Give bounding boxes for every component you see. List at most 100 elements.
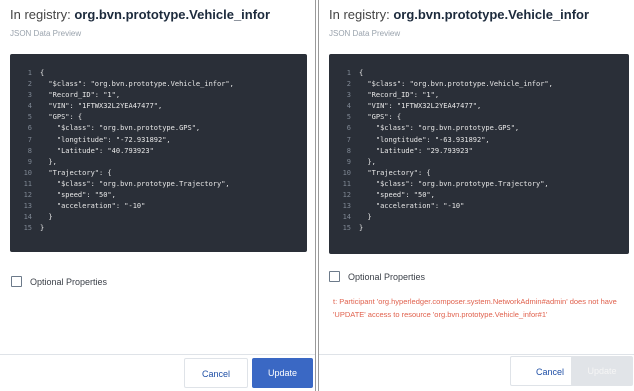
line-number: 7 [27, 135, 32, 144]
code-line: 13 "acceleration": "-10" [10, 201, 307, 212]
line-number: 8 [346, 146, 351, 155]
title-prefix: In registry: [329, 7, 390, 22]
line-number: 9 [346, 157, 351, 166]
line-number: 4 [27, 102, 32, 111]
code-line: 15} [329, 223, 629, 234]
line-text: } [40, 213, 53, 222]
line-number: 1 [27, 69, 32, 77]
code-line: 2 "$class": "org.bvn.prototype.Vehicle_i… [10, 79, 307, 90]
json-preview-label: JSON Data Preview [329, 29, 401, 38]
line-number: 10 [23, 168, 32, 177]
code-line: 9 }, [10, 157, 307, 168]
optional-properties-checkbox[interactable] [11, 276, 22, 287]
line-number: 9 [27, 157, 32, 166]
line-text: "$class": "org.bvn.prototype.GPS", [359, 124, 520, 133]
title-prefix: In registry: [10, 7, 71, 22]
footer-divider [0, 354, 315, 355]
error-message: t: Participant 'org.hyperledger.composer… [333, 297, 617, 319]
line-text: "Record_ID": "1", [359, 91, 440, 100]
code-line: 14 } [10, 212, 307, 223]
line-text: "acceleration": "-10" [359, 202, 465, 211]
line-text: "Trajectory": { [359, 168, 431, 177]
code-line: 1{ [10, 68, 307, 79]
code-line: 11 "$class": "org.bvn.prototype.Trajecto… [329, 179, 629, 190]
line-text: "GPS": { [359, 113, 402, 122]
line-text: } [359, 224, 364, 233]
line-text: "acceleration": "-10" [40, 202, 146, 211]
registry-name: org.bvn.prototype.Vehicle_infor [393, 7, 590, 22]
update-button-disabled: Update [571, 356, 633, 386]
line-text: "Latitude": "40.793923" [40, 146, 154, 155]
line-text: "GPS": { [40, 113, 83, 122]
line-text: "$class": "org.bvn.prototype.GPS", [40, 124, 201, 133]
dialog-title: In registry: org.bvn.prototype.Vehicle_i… [10, 7, 270, 22]
line-text: "$class": "org.bvn.prototype.Vehicle_inf… [359, 80, 553, 89]
line-number: 14 [342, 213, 351, 222]
code-line: 8 "Latitude": "40.793923" [10, 146, 307, 157]
code-line: 11 "$class": "org.bvn.prototype.Trajecto… [10, 179, 307, 190]
code-line: 6 "$class": "org.bvn.prototype.GPS", [329, 123, 629, 134]
line-text: "longtitude": "-63.931892", [359, 135, 490, 144]
optional-properties-checkbox[interactable] [329, 271, 340, 282]
line-text: }, [40, 157, 57, 166]
line-number: 4 [346, 102, 351, 111]
line-text: }, [359, 157, 376, 166]
line-number: 14 [23, 213, 32, 222]
dialog-title: In registry: org.bvn.prototype.Vehicle_i… [329, 7, 589, 22]
registry-name: org.bvn.prototype.Vehicle_infor [74, 7, 271, 22]
code-line: 7 "longtitude": "-72.931892", [10, 135, 307, 146]
code-line: 8 "Latitude": "29.793923" [329, 146, 629, 157]
line-number: 3 [346, 91, 351, 100]
line-text: "Trajectory": { [40, 168, 112, 177]
code-line: 4 "VIN": "1FTWX32L2YEA47477", [10, 101, 307, 112]
line-text: { [359, 69, 364, 77]
line-text: "Record_ID": "1", [40, 91, 121, 100]
line-text: "speed": "50", [359, 191, 435, 200]
code-line: 13 "acceleration": "-10" [329, 201, 629, 212]
code-line: 9 }, [329, 157, 629, 168]
optional-properties-toggle[interactable]: Optional Properties [329, 271, 425, 282]
optional-properties-toggle[interactable]: Optional Properties [11, 276, 107, 287]
line-text: { [40, 69, 45, 77]
code-line: 7 "longtitude": "-63.931892", [329, 135, 629, 146]
json-preview-label: JSON Data Preview [10, 29, 82, 38]
line-number: 5 [346, 113, 351, 122]
update-button[interactable]: Update [252, 358, 313, 388]
line-text: } [40, 224, 45, 233]
code-line: 6 "$class": "org.bvn.prototype.GPS", [10, 123, 307, 134]
line-number: 15 [342, 224, 351, 233]
json-code-editor[interactable]: 1{2 "$class": "org.bvn.prototype.Vehicle… [10, 54, 307, 252]
code-line: 10 "Trajectory": { [10, 168, 307, 179]
line-text: "longtitude": "-72.931892", [40, 135, 171, 144]
optional-properties-label: Optional Properties [30, 276, 108, 287]
json-code-editor[interactable]: 1{2 "$class": "org.bvn.prototype.Vehicle… [329, 54, 629, 254]
line-number: 11 [23, 179, 32, 188]
line-number: 13 [23, 202, 32, 211]
line-text: "VIN": "1FTWX32L2YEA47477", [359, 102, 482, 111]
line-text: "$class": "org.bvn.prototype.Trajectory"… [40, 179, 230, 188]
code-line: 3 "Record_ID": "1", [10, 90, 307, 101]
right-dialog-panel: In registry: org.bvn.prototype.Vehicle_i… [318, 0, 634, 391]
line-number: 10 [342, 168, 351, 177]
line-number: 7 [346, 135, 351, 144]
line-number: 13 [342, 202, 351, 211]
line-number: 12 [23, 191, 32, 200]
line-text: "$class": "org.bvn.prototype.Trajectory"… [359, 179, 549, 188]
left-dialog-panel: In registry: org.bvn.prototype.Vehicle_i… [0, 0, 316, 391]
code-line: 10 "Trajectory": { [329, 168, 629, 179]
code-line: 12 "speed": "50", [10, 190, 307, 201]
code-line: 2 "$class": "org.bvn.prototype.Vehicle_i… [329, 79, 629, 90]
cancel-button[interactable]: Cancel [184, 358, 248, 388]
line-number: 3 [27, 91, 32, 100]
line-number: 2 [346, 80, 351, 89]
code-line: 12 "speed": "50", [329, 190, 629, 201]
code-line: 14 } [329, 212, 629, 223]
line-number: 5 [27, 113, 32, 122]
line-number: 12 [342, 191, 351, 200]
optional-properties-label: Optional Properties [348, 271, 426, 282]
line-number: 8 [27, 146, 32, 155]
line-number: 11 [342, 179, 351, 188]
line-number: 2 [27, 80, 32, 89]
line-text: } [359, 213, 372, 222]
line-number: 6 [346, 124, 351, 133]
